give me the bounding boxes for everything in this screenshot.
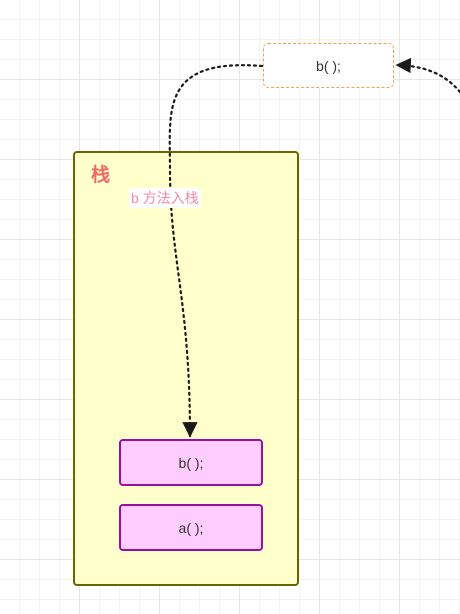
connector-layer	[168, 57, 460, 438]
push-arrow	[168, 64, 264, 438]
incoming-arrow	[395, 57, 460, 94]
push-edge-label: b 方法入栈	[129, 188, 201, 208]
